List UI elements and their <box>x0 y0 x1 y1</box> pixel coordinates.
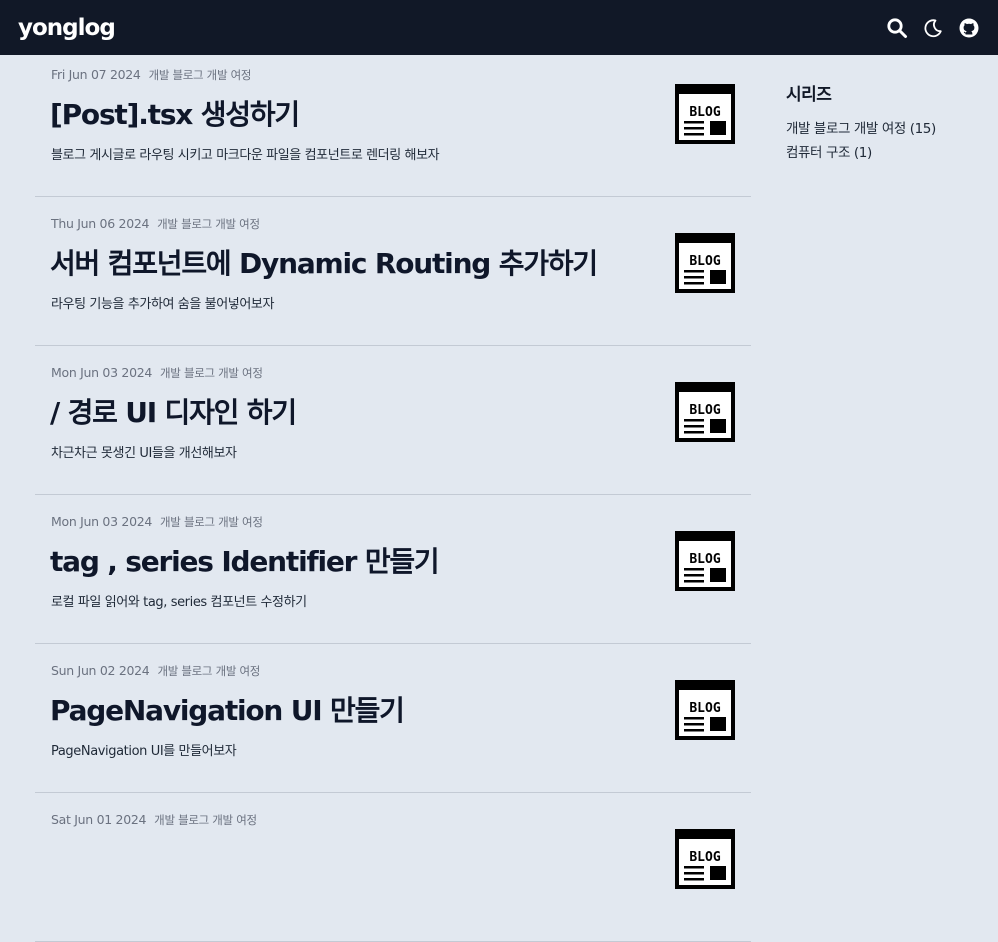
site-logo[interactable]: yonglog <box>18 15 116 41</box>
thumbnail-label: BLOG <box>689 850 720 865</box>
post-thumbnail[interactable]: BLOG <box>675 233 735 293</box>
series-sidebar: 시리즈 개발 블로그 개발 여정 (15) 컴퓨터 구조 (1) <box>786 80 986 165</box>
post-series-tag[interactable]: 개발 블로그 개발 여정 <box>160 365 263 381</box>
post-title[interactable]: / 경로 UI 디자인 하기 <box>50 391 297 431</box>
post-title[interactable]: 서버 컴포넌트에 Dynamic Routing 추가하기 <box>50 242 598 282</box>
thumbnail-label: BLOG <box>689 254 720 269</box>
post-description: 로컬 파일 읽어와 tag, series 컴포넌트 수정하기 <box>51 595 307 610</box>
search-icon[interactable] <box>886 17 908 39</box>
series-heading: 시리즈 <box>786 85 832 105</box>
post-card[interactable]: Fri Jun 07 2024 개발 블로그 개발 여정 [Post].tsx … <box>35 55 751 197</box>
post-date: Thu Jun 06 2024 <box>51 216 150 231</box>
post-description: PageNavigation UI를 만들어보자 <box>51 744 237 759</box>
thumbnail-label: BLOG <box>689 105 720 120</box>
post-card[interactable]: Mon Jun 03 2024 개발 블로그 개발 여정 / 경로 UI 디자인… <box>35 346 751 495</box>
post-description: 블로그 게시글로 라우팅 시키고 마크다운 파일을 컴포넌트로 렌더링 해보자 <box>51 148 440 163</box>
post-title[interactable]: tag , series Identifier 만들기 <box>50 540 440 580</box>
post-date: Sat Jun 01 2024 <box>51 812 147 827</box>
post-thumbnail[interactable]: BLOG <box>675 829 735 889</box>
thumbnail-label: BLOG <box>689 552 720 567</box>
post-date: Fri Jun 07 2024 <box>51 67 141 82</box>
post-title[interactable]: PageNavigation UI 만들기 <box>50 689 405 729</box>
post-date: Mon Jun 03 2024 <box>51 514 153 529</box>
post-thumbnail[interactable]: BLOG <box>675 382 735 442</box>
post-thumbnail[interactable]: BLOG <box>675 680 735 740</box>
post-card[interactable]: Mon Jun 03 2024 개발 블로그 개발 여정 tag , serie… <box>35 495 751 644</box>
post-card[interactable]: Thu Jun 06 2024 개발 블로그 개발 여정 서버 컴포넌트에 Dy… <box>35 197 751 346</box>
post-thumbnail[interactable]: BLOG <box>675 531 735 591</box>
post-description: 차근차근 못생긴 UI들을 개선해보자 <box>51 446 237 461</box>
series-item[interactable]: 컴퓨터 구조 (1) <box>786 141 986 165</box>
post-list: Fri Jun 07 2024 개발 블로그 개발 여정 [Post].tsx … <box>35 55 751 942</box>
post-series-tag[interactable]: 개발 블로그 개발 여정 <box>149 67 252 83</box>
github-icon[interactable] <box>958 17 980 39</box>
post-series-tag[interactable]: 개발 블로그 개발 여정 <box>157 663 260 679</box>
post-date: Sun Jun 02 2024 <box>51 663 150 678</box>
post-meta: Sun Jun 02 2024 개발 블로그 개발 여정 <box>51 663 260 679</box>
post-thumbnail[interactable]: BLOG <box>675 84 735 144</box>
moon-icon[interactable] <box>922 17 944 39</box>
post-meta: Sat Jun 01 2024 개발 블로그 개발 여정 <box>51 812 257 828</box>
post-meta: Thu Jun 06 2024 개발 블로그 개발 여정 <box>51 216 260 232</box>
series-item[interactable]: 개발 블로그 개발 여정 (15) <box>786 117 986 141</box>
top-navigation-bar: yonglog <box>0 0 998 55</box>
post-meta: Mon Jun 03 2024 개발 블로그 개발 여정 <box>51 514 263 530</box>
post-card[interactable]: Sun Jun 02 2024 개발 블로그 개발 여정 PageNavigat… <box>35 644 751 793</box>
header-actions <box>886 17 980 39</box>
post-description: 라우팅 기능을 추가하여 숨을 불어넣어보자 <box>51 297 275 312</box>
thumbnail-label: BLOG <box>689 403 720 418</box>
post-meta: Mon Jun 03 2024 개발 블로그 개발 여정 <box>51 365 263 381</box>
post-series-tag[interactable]: 개발 블로그 개발 여정 <box>154 812 257 828</box>
post-title[interactable]: [Post].tsx 생성하기 <box>50 93 300 133</box>
post-card[interactable]: Sat Jun 01 2024 개발 블로그 개발 여정 BLOG <box>35 793 751 942</box>
post-series-tag[interactable]: 개발 블로그 개발 여정 <box>160 514 263 530</box>
thumbnail-label: BLOG <box>689 701 720 716</box>
post-date: Mon Jun 03 2024 <box>51 365 153 380</box>
post-meta: Fri Jun 07 2024 개발 블로그 개발 여정 <box>51 67 251 83</box>
post-series-tag[interactable]: 개발 블로그 개발 여정 <box>157 216 260 232</box>
